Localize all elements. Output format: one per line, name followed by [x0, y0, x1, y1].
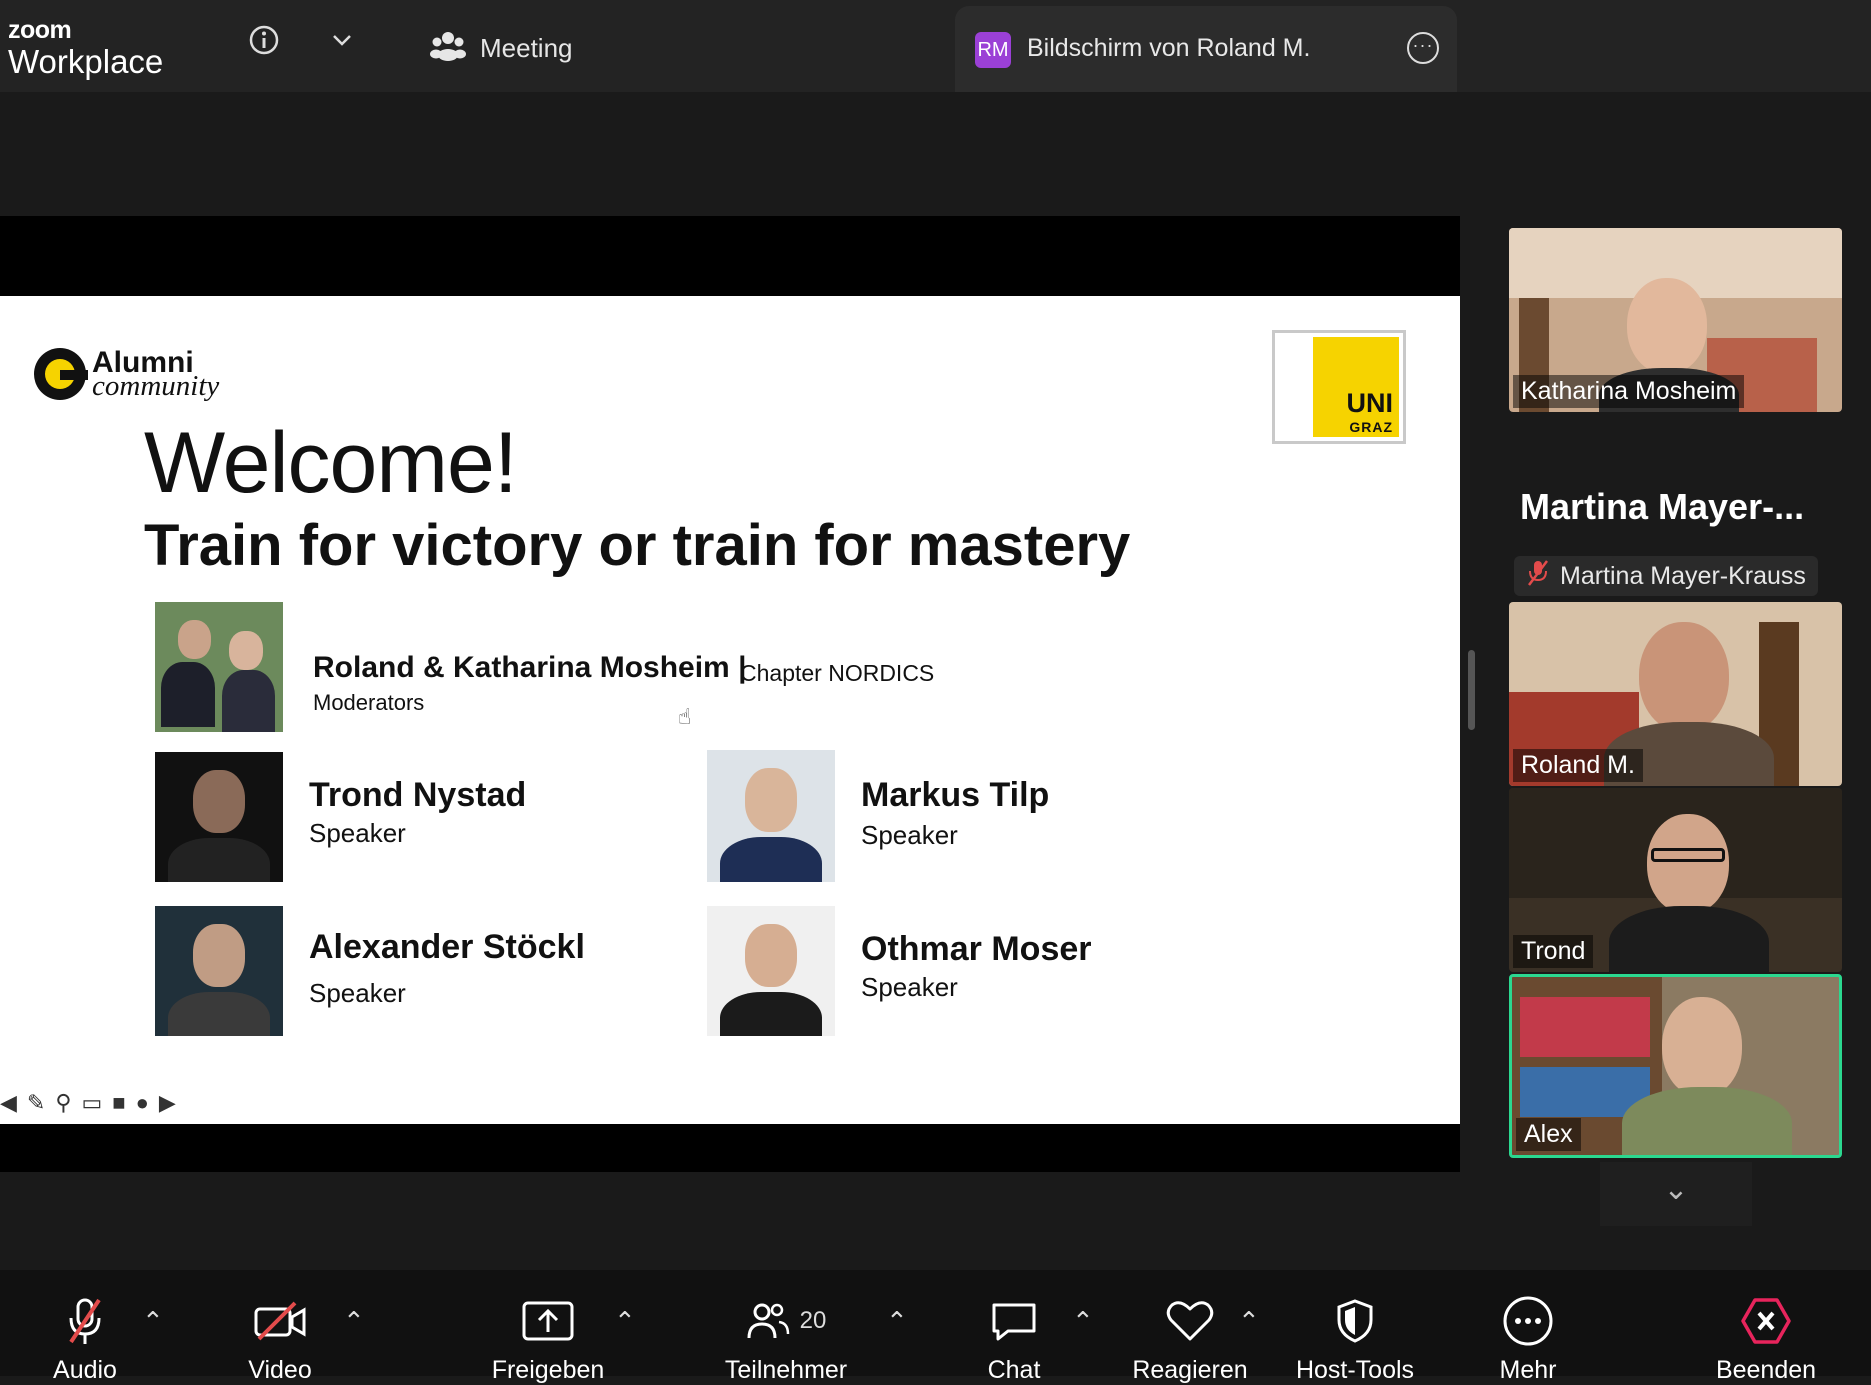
share-button[interactable]: Freigeben — [480, 1292, 616, 1385]
uni-logo-bottom: GRAZ — [1349, 419, 1393, 435]
share-label: Freigeben — [491, 1356, 605, 1384]
forward-icon[interactable]: ▶ — [159, 1090, 176, 1116]
more-button[interactable]: Mehr — [1488, 1292, 1568, 1385]
alumni-logo-icon — [34, 348, 88, 400]
participants-label: Teilnehmer — [724, 1356, 848, 1384]
chat-icon — [974, 1292, 1054, 1350]
participants-icon — [747, 1303, 789, 1339]
end-meeting-icon — [1712, 1292, 1820, 1350]
back-icon[interactable]: ◀ — [0, 1090, 17, 1116]
end-button[interactable]: Beenden — [1712, 1292, 1820, 1385]
uni-graz-logo: UNI GRAZ — [1272, 330, 1406, 444]
slide-subtitle: Train for victory or train for mastery — [144, 513, 1131, 578]
speaker-name: Othmar Moser — [861, 930, 1092, 968]
share-screen-icon — [480, 1292, 616, 1350]
camera-icon[interactable]: ■ — [112, 1090, 125, 1116]
slide-tools: ◀ ✎ ⚲ ▭ ■ ● ▶ — [0, 1090, 176, 1116]
audio-only-participant-label: Martina Mayer-... — [1520, 486, 1805, 527]
chat-options-caret[interactable]: ⌃ — [1072, 1306, 1094, 1337]
zoom-icon[interactable]: ⚲ — [55, 1090, 71, 1116]
chevron-down-icon[interactable] — [330, 30, 354, 55]
brand-small: zoom — [8, 16, 72, 44]
more-icon[interactable]: ● — [136, 1090, 149, 1116]
participant-name: Martina Mayer-Krauss — [1560, 561, 1806, 590]
mic-muted-icon — [40, 1292, 130, 1350]
audio-label: Audio — [53, 1356, 117, 1384]
speaker-photo — [155, 906, 283, 1036]
moderators-photo — [155, 602, 283, 732]
participant-name: Alex — [1516, 1118, 1581, 1151]
video-tile[interactable]: Roland M. — [1509, 602, 1842, 786]
speaker-name: Markus Tilp — [861, 776, 1050, 814]
moderators-names: Roland & Katharina Mosheim — [313, 651, 730, 684]
more-icon — [1488, 1292, 1568, 1350]
speaker-name: Trond Nystad — [309, 776, 527, 814]
end-label: Beenden — [1715, 1356, 1817, 1384]
video-options-caret[interactable]: ⌃ — [343, 1306, 365, 1337]
chat-label: Chat — [987, 1356, 1041, 1384]
chat-button[interactable]: Chat — [974, 1292, 1054, 1385]
moderators-chapter: Chapter NORDICS — [740, 660, 935, 686]
meeting-button[interactable]: Meeting — [430, 28, 573, 68]
share-tab-title: Bildschirm von Roland M. — [1027, 34, 1311, 62]
host-tools-button[interactable]: Host-Tools — [1292, 1292, 1418, 1385]
participants-count: 20 — [799, 1307, 827, 1334]
video-tile-active-speaker[interactable]: Alex — [1509, 974, 1842, 1158]
chevron-down-icon: ⌄ — [1663, 1173, 1689, 1206]
participant-name: Katharina Mosheim — [1513, 375, 1745, 408]
participant-name: Trond — [1513, 935, 1594, 968]
participants-group-icon — [430, 29, 466, 68]
scroll-down-button[interactable]: ⌄ — [1600, 1162, 1752, 1226]
speaker-role: Speaker — [309, 978, 406, 1008]
brand-large: Workplace — [8, 43, 164, 80]
participants-button[interactable]: 20 Teilnehmer — [716, 1292, 856, 1385]
screen-share-tab[interactable]: RM Bildschirm von Roland M. ··· — [955, 6, 1457, 92]
video-label: Video — [248, 1356, 312, 1384]
react-label: Reagieren — [1132, 1356, 1248, 1384]
audio-options-caret[interactable]: ⌃ — [142, 1306, 164, 1337]
video-button[interactable]: Video — [230, 1292, 330, 1385]
community-logo-text: community — [92, 370, 220, 402]
video-off-icon — [230, 1292, 330, 1350]
splitter-handle[interactable] — [1468, 650, 1475, 730]
zoom-workplace-logo: zoom Workplace — [8, 16, 164, 80]
participant-name: Roland M. — [1513, 749, 1643, 782]
hand-cursor-icon: ☝ — [678, 704, 692, 729]
meeting-toolbar: Audio ⌃ Video ⌃ Freigeben ⌃ 20 Teilnehme… — [0, 1270, 1871, 1384]
meeting-label: Meeting — [480, 32, 573, 63]
more-icon[interactable]: ··· — [1407, 32, 1439, 64]
participants-options-caret[interactable]: ⌃ — [886, 1306, 908, 1337]
speaker-role: Speaker — [861, 820, 958, 850]
share-options-caret[interactable]: ⌃ — [614, 1306, 636, 1337]
video-tile[interactable]: Katharina Mosheim — [1509, 228, 1842, 412]
avatar: RM — [975, 32, 1011, 68]
speaker-photo — [155, 752, 283, 882]
slide-title: Welcome! — [144, 415, 518, 511]
shield-icon — [1292, 1292, 1418, 1350]
speaker-role: Speaker — [309, 818, 406, 848]
react-options-caret[interactable]: ⌃ — [1238, 1306, 1260, 1337]
moderators-role: Moderators — [313, 690, 425, 715]
shared-screen: Alumni community UNI GRAZ Welcome! Train… — [0, 216, 1460, 1172]
audio-only-participant[interactable]: Martina Mayer-Krauss — [1514, 556, 1818, 596]
participants-icon-wrap: 20 — [716, 1292, 856, 1350]
host-tools-label: Host-Tools — [1295, 1356, 1415, 1384]
speaker-role: Speaker — [861, 972, 958, 1002]
more-label: Mehr — [1499, 1356, 1557, 1384]
audio-button[interactable]: Audio — [40, 1292, 130, 1385]
captions-icon[interactable]: ▭ — [81, 1090, 102, 1116]
react-button[interactable]: Reagieren — [1128, 1292, 1252, 1385]
presentation-slide: Alumni community UNI GRAZ Welcome! Train… — [0, 296, 1460, 1124]
pen-icon[interactable]: ✎ — [27, 1090, 45, 1116]
mic-muted-icon — [1526, 559, 1550, 594]
uni-logo-top: UNI — [1346, 388, 1394, 418]
speaker-name: Alexander Stöckl — [309, 928, 585, 966]
speaker-photo — [707, 906, 835, 1036]
top-bar: zoom Workplace Meeting RM Bildschirm von… — [0, 0, 1871, 92]
video-tile[interactable]: Trond — [1509, 788, 1842, 972]
heart-icon — [1128, 1292, 1252, 1350]
moderators-name: Roland & Katharina Mosheim | — [313, 651, 746, 685]
speaker-photo — [707, 750, 835, 882]
info-icon[interactable] — [248, 24, 280, 61]
